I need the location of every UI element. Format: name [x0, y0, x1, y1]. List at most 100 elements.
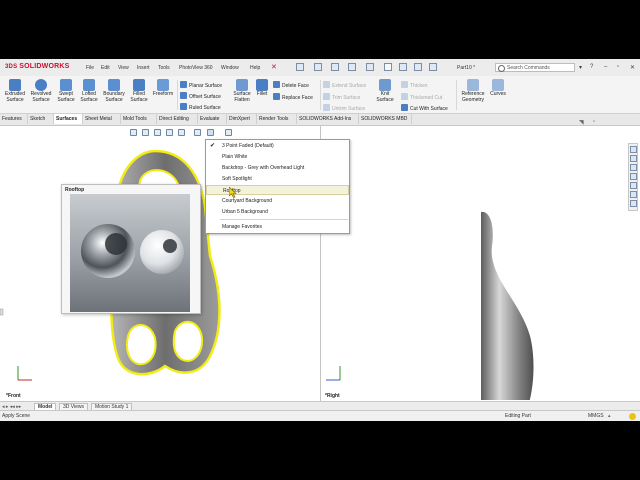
cut-with-surface-button[interactable]: Cut With Surface	[401, 104, 448, 112]
tab-mold-tools[interactable]: Mold Tools	[121, 114, 157, 124]
section-view-icon[interactable]	[166, 129, 173, 136]
menu-view[interactable]: View	[118, 65, 129, 71]
menu-photoview[interactable]: PhotoView 360	[179, 65, 213, 71]
knit-surface-button[interactable]: Knit Surface	[374, 79, 396, 103]
delete-face-button[interactable]: Delete Face	[273, 81, 309, 89]
right-view-model[interactable]	[481, 211, 534, 400]
command-tabs: Features Sketch Surfaces Sheet Metal Mol…	[0, 114, 640, 126]
lofted-surface-button[interactable]: Lofted Surface	[78, 79, 100, 103]
rebuild-icon[interactable]	[399, 63, 407, 71]
help-icon[interactable]: ?	[590, 64, 593, 70]
menu-tools[interactable]: Tools	[158, 65, 170, 71]
solidworks-logo[interactable]: 3DS SOLIDWORKS	[5, 63, 70, 70]
view-close-icon[interactable]: ▫	[593, 119, 595, 125]
print-icon[interactable]	[366, 63, 374, 71]
untrim-surface-button[interactable]: Untrim Surface	[323, 104, 365, 112]
manage-favorites-label: Manage Favorites	[222, 224, 263, 230]
thickened-cut-button[interactable]: Thickened Cut	[401, 93, 442, 101]
view-orientation-icon[interactable]	[178, 129, 185, 136]
file-properties-icon[interactable]	[414, 63, 422, 71]
tab-direct-editing[interactable]: Direct Editing	[157, 114, 198, 124]
scene-item-backdrop-grey[interactable]: Backdrop - Grey with Overhead Light	[206, 163, 349, 173]
trim-surface-button[interactable]: Trim Surface	[323, 93, 360, 101]
forum-icon[interactable]	[630, 200, 637, 207]
thicken-button[interactable]: Thicken	[401, 81, 428, 89]
tab-dimxpert[interactable]: DimXpert	[227, 114, 257, 124]
home-icon[interactable]	[296, 63, 304, 71]
search-commands-input[interactable]: Search Commands	[495, 63, 575, 72]
menu-help[interactable]: Help	[250, 65, 260, 71]
surface-flatten-label: Surface Flatten	[233, 91, 251, 103]
notification-icon[interactable]	[629, 413, 636, 420]
tab-render-tools[interactable]: Render Tools	[257, 114, 297, 124]
document-name: Part10 *	[457, 65, 476, 71]
appearances-icon[interactable]	[630, 182, 637, 189]
menu-edit[interactable]: Edit	[101, 65, 110, 71]
revolved-surface-button[interactable]: Revolved Surface	[29, 79, 53, 103]
manage-favorites-item[interactable]: Manage Favorites	[206, 222, 349, 232]
replace-face-button[interactable]: Replace Face	[273, 93, 313, 101]
view-expand-icon[interactable]: ◥	[579, 119, 584, 126]
surface-flatten-icon	[236, 79, 248, 91]
menu-window[interactable]: Window	[221, 65, 239, 71]
scene-item-3-point-faded[interactable]: ✔ 3 Point Faded (Default)	[206, 141, 349, 151]
apply-scene-menu: ✔ 3 Point Faded (Default) Plain White Ba…	[205, 139, 350, 234]
surface-flatten-button[interactable]: Surface Flatten	[230, 79, 254, 103]
minimize-icon[interactable]: –	[604, 64, 607, 70]
swept-surface-button[interactable]: Swept Surface	[55, 79, 77, 103]
ruled-surface-button[interactable]: Ruled Surface	[180, 103, 221, 111]
select-icon[interactable]	[384, 63, 392, 71]
filled-surface-icon	[133, 79, 145, 91]
freeform-button[interactable]: Freeform	[151, 79, 175, 98]
planar-surface-label: Planar Surface	[189, 83, 223, 89]
boundary-surface-button[interactable]: Boundary Surface	[101, 79, 127, 103]
custom-properties-icon[interactable]	[630, 191, 637, 198]
display-style-icon[interactable]	[194, 129, 201, 136]
apply-scene-icon[interactable]	[207, 129, 214, 136]
thicken-label: Thicken	[410, 83, 428, 89]
tab-features[interactable]: Features	[0, 114, 28, 124]
previous-view-icon[interactable]	[154, 129, 161, 136]
save-icon[interactable]	[348, 63, 356, 71]
filled-surface-button[interactable]: Filled Surface	[128, 79, 150, 103]
tab-addins[interactable]: SOLIDWORKS Add-Ins	[297, 114, 359, 124]
status-units[interactable]: MMGS	[588, 413, 604, 419]
extruded-surface-button[interactable]: Extruded Surface	[3, 79, 27, 103]
scene-item-rooftop[interactable]: Rooftop	[206, 185, 349, 195]
offset-surface-button[interactable]: Offset Surface	[180, 92, 221, 100]
tab-mbd[interactable]: SOLIDWORKS MBD	[359, 114, 412, 124]
units-dropdown-icon[interactable]: ▴	[608, 413, 611, 419]
tab-evaluate[interactable]: Evaluate	[198, 114, 227, 124]
curves-button[interactable]: Curves	[488, 79, 508, 98]
tab-surfaces[interactable]: Surfaces	[54, 114, 83, 124]
planar-surface-button[interactable]: Planar Surface	[180, 81, 222, 89]
resources-icon[interactable]	[630, 146, 637, 153]
viewport-edge-marker	[0, 308, 4, 316]
zoom-to-fit-icon[interactable]	[130, 129, 137, 136]
menu-insert[interactable]: Insert	[137, 65, 150, 71]
options-icon[interactable]	[429, 63, 437, 71]
open-icon[interactable]	[331, 63, 339, 71]
scene-item-soft-spotlight[interactable]: Soft Spotlight	[206, 174, 349, 184]
search-placeholder: Search Commands	[507, 65, 550, 71]
file-explorer-icon[interactable]	[630, 164, 637, 171]
reference-geometry-button[interactable]: Reference Geometry	[459, 79, 487, 103]
new-document-icon[interactable]	[314, 63, 322, 71]
zoom-area-icon[interactable]	[142, 129, 149, 136]
scene-item-urban-5[interactable]: Urban 5 Background	[206, 207, 349, 217]
fillet-button[interactable]: Fillet	[254, 79, 270, 98]
scene-item-label: 3 Point Faded (Default)	[222, 143, 274, 149]
view-palette-icon[interactable]	[630, 173, 637, 180]
close-icon[interactable]: ✕	[630, 64, 635, 71]
search-dropdown-icon[interactable]: ▾	[579, 64, 582, 71]
tab-sheet-metal[interactable]: Sheet Metal	[83, 114, 121, 124]
menu-file[interactable]: File	[86, 65, 94, 71]
view-settings-icon[interactable]	[225, 129, 232, 136]
pin-icon[interactable]: ✕	[271, 63, 277, 71]
extend-surface-button[interactable]: Extend Surface	[323, 81, 366, 89]
tab-sketch[interactable]: Sketch	[28, 114, 54, 124]
scene-item-courtyard[interactable]: Courtyard Background	[206, 196, 349, 206]
scene-item-plain-white[interactable]: Plain White	[206, 152, 349, 162]
restore-icon[interactable]: ▫	[617, 64, 619, 70]
design-library-icon[interactable]	[630, 155, 637, 162]
